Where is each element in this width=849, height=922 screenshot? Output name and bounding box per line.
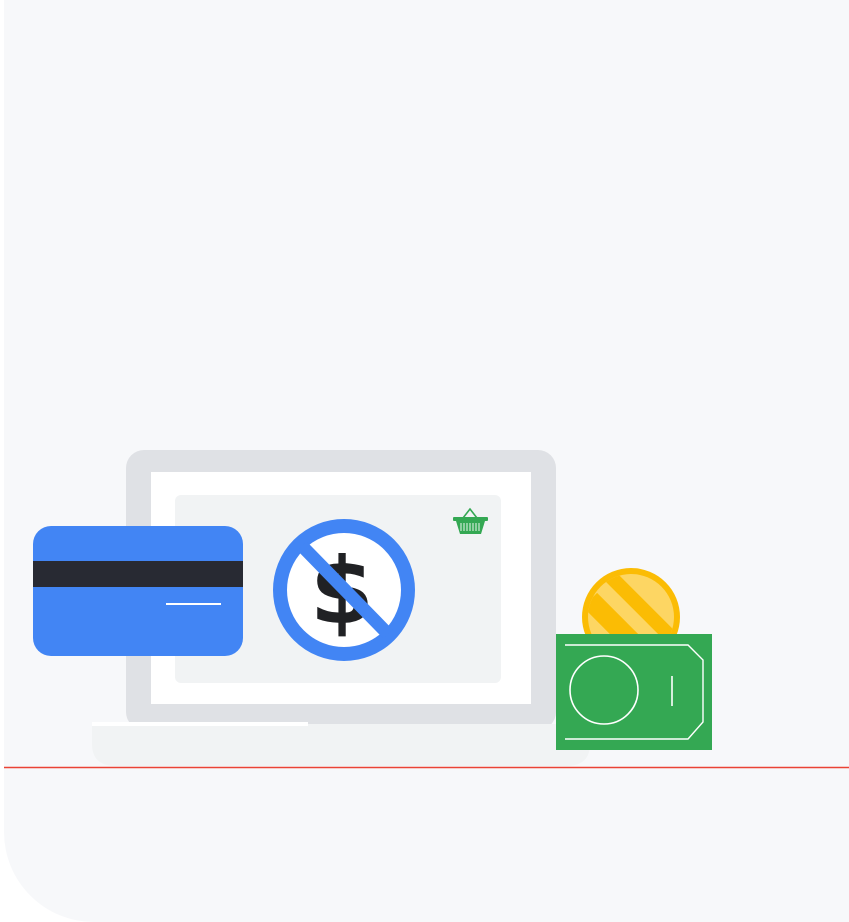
payment-illustration: $ xyxy=(4,450,849,769)
laptop-base xyxy=(92,724,590,766)
no-dollar-icon: $ xyxy=(273,519,415,661)
credit-card-icon xyxy=(33,526,243,656)
card-stripe xyxy=(33,561,243,587)
laptop-base-notch xyxy=(92,722,308,726)
banknote-icon xyxy=(556,634,712,750)
